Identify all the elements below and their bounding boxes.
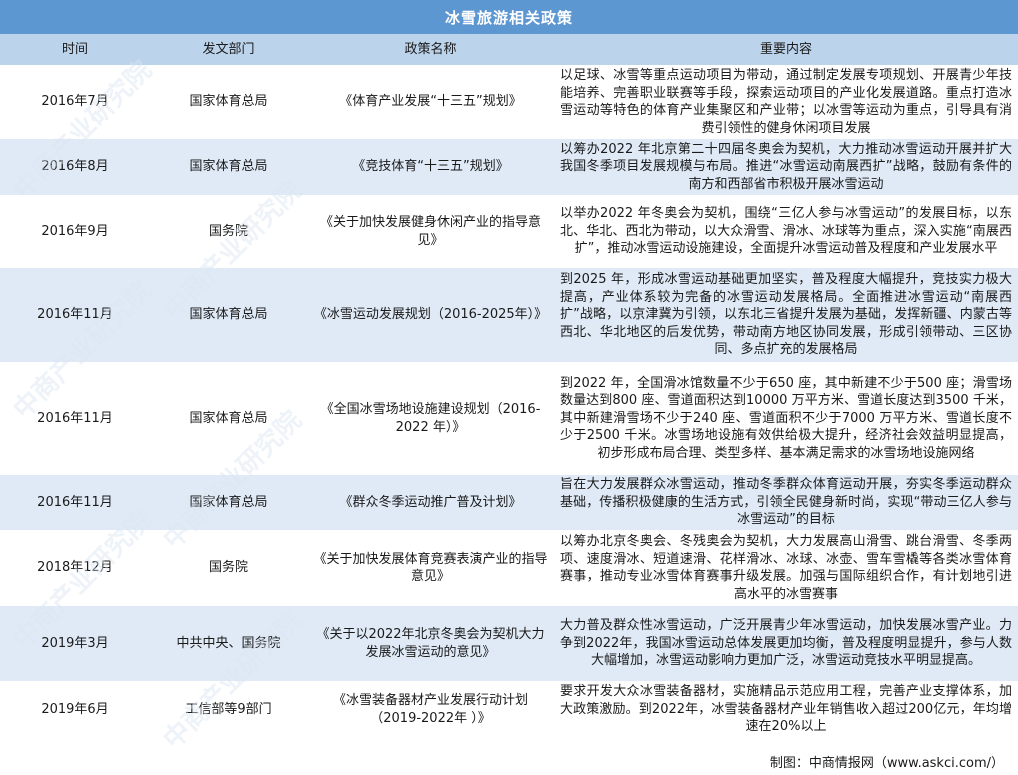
dept-cell: 国家体育总局 [150,362,307,475]
policy-name-cell: 《关于加快发展体育竞赛表演产业的指导意见》 [307,530,554,606]
table-row: 2016年9月 国务院 《关于加快发展健身休闲产业的指导意见》 以举办2022 … [0,195,1018,268]
table-row: 2016年7月 国家体育总局 《体育产业发展“十三五”规划》 以足球、冰雪等重点… [0,65,1018,139]
content-cell: 以筹办2022 年北京第二十四届冬奥会为契机，大力推动冰雪运动开展并扩大我国冬季… [554,138,1018,196]
policy-name-cell: 《全国冰雪场地设施建设规划（2016-2022 年）》 [307,362,554,475]
content-cell: 旨在大力发展群众冰雪运动，推动冬季群众体育运动开展，夯实冬季运动群众基础，传播积… [554,474,1018,531]
header-cell: 时间 [0,34,150,66]
date-cell: 2016年11月 [0,362,150,475]
header-cell: 重要内容 [554,34,1018,66]
dept-cell: 国家体育总局 [150,65,307,139]
date-cell: 2016年9月 [0,195,150,268]
dept-cell: 国务院 [150,195,307,268]
date-cell: 2019年6月 [0,681,150,738]
table-row: 2019年6月 工信部等9部门 《冰雪装备器材产业发展行动计划（2019-202… [0,681,1018,738]
dept-cell: 工信部等9部门 [150,681,307,738]
dept-cell: 国家体育总局 [150,474,307,531]
dept-cell: 国务院 [150,530,307,606]
policy-name-cell: 《体育产业发展“十三五”规划》 [307,65,554,139]
date-cell: 2016年11月 [0,267,150,363]
header-row: 时间 发文部门 政策名称 重要内容 [0,34,1018,66]
table-row: 2016年11月 国家体育总局 《群众冬季运动推广普及计划》 旨在大力发展群众冰… [0,474,1018,531]
page: 冰雪旅游相关政策 时间 发文部门 政策名称 重要内容 2016年7月 国家体育总… [0,0,1018,775]
date-cell: 2019年3月 [0,605,150,682]
table-row: 2019年3月 中共中央、国务院 《关于以2022年北京冬奥会为契机大力发展冰雪… [0,605,1018,682]
policy-name-cell: 《关于以2022年北京冬奥会为契机大力发展冰雪运动的意见》 [307,605,554,682]
policy-name-cell: 《群众冬季运动推广普及计划》 [307,474,554,531]
content-cell: 以足球、冰雪等重点运动项目为带动，通过制定发展专项规划、开展青少年技能培养、完善… [554,65,1018,139]
content-cell: 到2025 年，形成冰雪运动基础更加坚实，普及程度大幅提升，竞技实力极大提高，产… [554,267,1018,363]
table-title: 冰雪旅游相关政策 [0,0,1018,34]
policy-table: 时间 发文部门 政策名称 重要内容 2016年7月 国家体育总局 《体育产业发展… [0,34,1018,738]
content-cell: 到2022 年，全国滑冰馆数量不少于650 座，其中新建不少于500 座；滑雪场… [554,362,1018,475]
policy-name-cell: 《关于加快发展健身休闲产业的指导意见》 [307,195,554,268]
table-row: 2016年11月 国家体育总局 《全国冰雪场地设施建设规划（2016-2022 … [0,362,1018,475]
header-cell: 政策名称 [307,34,554,66]
table-row: 2016年11月 国家体育总局 《冰雪运动发展规划（2016-2025年）》 到… [0,267,1018,363]
header-cell: 发文部门 [150,34,307,66]
date-cell: 2016年8月 [0,138,150,196]
dept-cell: 国家体育总局 [150,138,307,196]
content-cell: 大力普及群众性冰雪运动，广泛开展青少年冰雪运动，加快发展冰雪产业。力争到2022… [554,605,1018,682]
dept-cell: 国家体育总局 [150,267,307,363]
policy-name-cell: 《竞技体育“十三五”规划》 [307,138,554,196]
source-credit: 制图：中商情报网（www.askci.com/） [769,756,1004,771]
table-row: 2016年8月 国家体育总局 《竞技体育“十三五”规划》 以筹办2022 年北京… [0,138,1018,196]
table-row: 2018年12月 国务院 《关于加快发展体育竞赛表演产业的指导意见》 以筹办北京… [0,530,1018,606]
policy-name-cell: 《冰雪装备器材产业发展行动计划（2019-2022年 ）》 [307,681,554,738]
content-cell: 以筹办北京冬奥会、冬残奥会为契机，大力发展高山滑雪、跳台滑雪、冬季两项、速度滑冰… [554,530,1018,606]
date-cell: 2018年12月 [0,530,150,606]
content-cell: 要求开发大众冰雪装备器材，实施精品示范应用工程，完善产业支撑体系，加大政策激励。… [554,681,1018,738]
content-cell: 以举办2022 年冬奥会为契机，围绕“三亿人参与冰雪运动”的发展目标，以东北、华… [554,195,1018,268]
date-cell: 2016年11月 [0,474,150,531]
policy-name-cell: 《冰雪运动发展规划（2016-2025年）》 [307,267,554,363]
dept-cell: 中共中央、国务院 [150,605,307,682]
date-cell: 2016年7月 [0,65,150,139]
